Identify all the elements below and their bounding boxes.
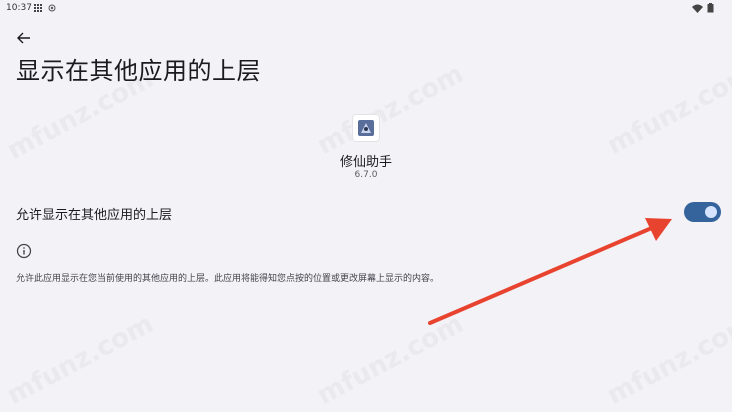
notification-dot-icon bbox=[48, 4, 56, 12]
app-logo-icon bbox=[358, 120, 374, 136]
watermark: mfunz.com bbox=[2, 309, 159, 411]
allow-overlay-setting[interactable]: 允许显示在其他应用的上层 bbox=[0, 194, 732, 230]
allow-overlay-toggle[interactable] bbox=[684, 202, 721, 222]
app-icon bbox=[353, 115, 379, 141]
status-bar: 10:37 bbox=[0, 0, 732, 16]
permission-description: 允许此应用显示在您当前使用的其他应用的上层。此应用将能得知您点按的位置或更改屏幕… bbox=[16, 274, 440, 284]
arrow-back-icon bbox=[17, 32, 30, 44]
battery-icon bbox=[707, 3, 714, 13]
grid-icon bbox=[34, 4, 42, 12]
watermark: mfunz.com bbox=[602, 309, 732, 411]
wifi-icon bbox=[692, 4, 703, 13]
back-button[interactable] bbox=[12, 28, 36, 48]
toggle-thumb bbox=[705, 206, 717, 218]
setting-label: 允许显示在其他应用的上层 bbox=[16, 208, 173, 223]
app-name: 修仙助手 bbox=[339, 155, 392, 170]
status-indicators bbox=[692, 3, 714, 13]
status-time: 10:37 bbox=[6, 3, 32, 13]
watermark: mfunz.com bbox=[312, 59, 469, 161]
watermark: mfunz.com bbox=[312, 309, 469, 411]
page-title: 显示在其他应用的上层 bbox=[16, 57, 261, 85]
app-version: 6.7.0 bbox=[354, 170, 378, 180]
info-icon bbox=[16, 243, 32, 259]
watermark: mfunz.com bbox=[602, 59, 732, 161]
